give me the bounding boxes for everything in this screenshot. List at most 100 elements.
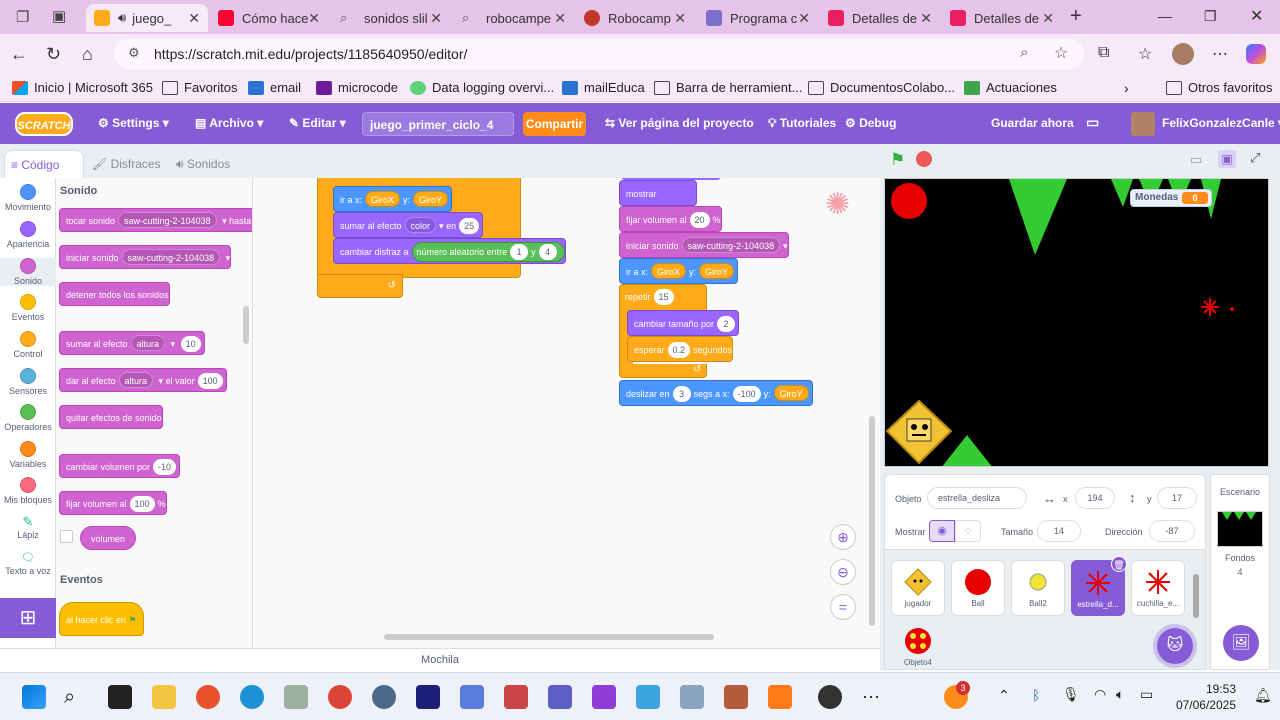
sound-dropdown[interactable]: saw-cutting-2-104038 — [118, 212, 217, 228]
tab-code[interactable]: ≡ Código — [4, 150, 84, 178]
number-input[interactable]: 100 — [197, 373, 223, 389]
tab-sonidos[interactable]: ⌕ sonidos slil ✕ — [332, 4, 450, 32]
search-icon[interactable]: ⌕ — [64, 685, 88, 709]
user-avatar[interactable] — [1131, 112, 1155, 136]
variable-reporter[interactable]: GiroX — [365, 191, 401, 207]
block-show[interactable]: mostrar — [619, 180, 697, 206]
variable-monitor[interactable]: Monedas 0 — [1130, 189, 1212, 207]
tab-juego[interactable]: 🔊︎ juego_ ✕ — [86, 4, 208, 32]
category-variables[interactable]: Variables — [0, 441, 56, 469]
profile-avatar[interactable] — [1172, 43, 1194, 65]
direction-input[interactable]: -87 — [1149, 520, 1195, 542]
small-stage-icon[interactable]: ▭ — [1190, 152, 1202, 168]
bookmark-actuaciones[interactable]: Actuaciones — [964, 80, 1057, 95]
bookmark-data-logging[interactable]: Data logging overvi... — [410, 80, 554, 95]
notifications-bell-icon[interactable]: 🔔︎ — [1254, 687, 1272, 704]
block-start-sound[interactable]: iniciar sonido saw-cutting-2-104038 ▾ — [619, 232, 789, 258]
favorites-icon[interactable]: ☆ — [1138, 44, 1152, 64]
more-bookmarks-icon[interactable]: › — [1124, 80, 1129, 96]
effect-dropdown[interactable]: altura — [118, 372, 154, 388]
sprite-ball2[interactable]: Ball2 — [1011, 560, 1065, 616]
random-operator-reporter[interactable]: número aleatorio entre 1 y 4 — [411, 242, 565, 262]
app8-icon[interactable] — [818, 685, 842, 709]
back-icon[interactable]: ← — [10, 44, 28, 65]
number-input[interactable]: 3 — [672, 386, 691, 402]
reporter-volume[interactable]: volumen — [80, 526, 137, 550]
chrome-icon[interactable] — [328, 685, 352, 709]
close-tab-icon[interactable]: ✕ — [308, 10, 320, 27]
number-input[interactable]: 25 — [459, 218, 480, 234]
number-input[interactable]: 15 — [653, 289, 674, 305]
size-input[interactable]: 14 — [1037, 520, 1081, 542]
tab-actions-icon[interactable]: ▣ — [52, 7, 66, 25]
block-play-sound-until-done[interactable]: tocar sonido saw-cutting-2-104038 ▾ hasta… — [59, 208, 252, 232]
new-tab-icon[interactable]: + — [1070, 5, 1082, 28]
more-menu-icon[interactable]: ⋯ — [1212, 44, 1228, 64]
number-input[interactable]: 4 — [538, 244, 557, 260]
app7-icon[interactable] — [724, 685, 748, 709]
category-myblocks[interactable]: Mis bloques — [0, 477, 56, 505]
effect-dropdown[interactable]: color — [404, 217, 437, 233]
bookmark-email[interactable]: email — [248, 80, 301, 95]
bookmark-documentos[interactable]: DocumentosColabo... — [808, 80, 955, 95]
see-project-page-button[interactable]: ⇆ Ver página del proyecto — [605, 116, 754, 130]
reload-icon[interactable]: ↻ — [46, 44, 61, 65]
x-input[interactable]: 194 — [1075, 487, 1115, 509]
scratch-app-icon[interactable] — [768, 685, 792, 709]
tab-robocampe[interactable]: ⌕ robocampe ✕ — [454, 4, 574, 32]
close-tab-icon[interactable]: ✕ — [920, 10, 932, 27]
tutorials-button[interactable]: 💡︎ Tutoriales — [768, 116, 836, 131]
tab-programa[interactable]: Programa c ✕ — [698, 4, 818, 32]
block-change-volume[interactable]: cambiar volumen por -10 — [59, 454, 181, 478]
delete-sprite-icon[interactable]: 🗑︎ — [1111, 556, 1127, 572]
bookmark-microcode[interactable]: microcode — [316, 80, 398, 95]
my-stuff-folder-icon[interactable]: ▭ — [1086, 114, 1099, 131]
site-info-icon[interactable]: ⚙ — [128, 45, 140, 61]
tab-como-hace[interactable]: Cómo hace ✕ — [210, 4, 328, 32]
workspaces-icon[interactable]: ❐ — [16, 8, 29, 26]
variable-reporter[interactable]: GiroY — [413, 191, 449, 207]
edge-icon[interactable] — [240, 685, 264, 709]
show-hidden-icons-icon[interactable]: ⌃ — [998, 687, 1010, 704]
block-when-flag-clicked[interactable]: al hacer clic en ⚑ — [59, 602, 144, 636]
address-bar[interactable]: ⚙ https://scratch.mit.edu/projects/11856… — [114, 39, 1084, 69]
category-control[interactable]: Control — [0, 331, 56, 359]
task-view-icon[interactable] — [108, 685, 132, 709]
sprite-objeto4[interactable]: Objeto4 — [891, 620, 945, 670]
category-sound[interactable]: Sonido — [0, 258, 56, 286]
minimize-icon[interactable]: — — [1158, 8, 1172, 24]
editar-menu[interactable]: ✎ Editar ▾ — [289, 116, 346, 130]
sprite-list-scrollbar[interactable] — [1193, 574, 1199, 618]
fullscreen-icon[interactable]: ⤢ — [1250, 150, 1260, 166]
app5-icon[interactable] — [636, 685, 660, 709]
share-button[interactable]: Compartir — [523, 112, 586, 136]
number-input[interactable]: 20 — [689, 212, 710, 228]
close-window-icon[interactable]: ✕ — [1250, 6, 1263, 26]
bookmark-favoritos[interactable]: Favoritos — [162, 80, 237, 95]
project-title-input[interactable]: juego_primer_ciclo_4 copy — [362, 112, 514, 156]
tab-costumes[interactable]: 🖌︎ Disfraces — [86, 150, 166, 178]
stop-icon[interactable] — [916, 151, 932, 167]
backpack[interactable]: Mochila — [0, 648, 880, 670]
variable-reporter[interactable]: GiroY — [773, 385, 809, 401]
teams-icon[interactable] — [548, 685, 572, 709]
category-sensing[interactable]: Sensores — [0, 368, 56, 396]
block-set-volume[interactable]: fijar volumen al 20% — [619, 206, 722, 232]
firefox-icon[interactable] — [196, 685, 220, 709]
favorite-star-icon[interactable]: ☆ — [1054, 43, 1068, 63]
sound-dropdown[interactable]: saw-cutting-2-104038 — [121, 249, 221, 265]
add-backdrop-button[interactable]: 🖼︎ — [1223, 625, 1259, 661]
volume-monitor-checkbox[interactable] — [60, 530, 73, 543]
add-sprite-button[interactable]: 🐱︎ — [1157, 628, 1193, 664]
sprite-jugador[interactable]: jugador — [891, 560, 945, 616]
wifi-icon[interactable]: ◠ — [1094, 686, 1106, 703]
close-tab-icon[interactable]: ✕ — [188, 10, 200, 27]
sprite-ball[interactable]: Ball — [951, 560, 1005, 616]
tab-sounds[interactable]: 🔊︎ Sonidos — [170, 150, 250, 178]
number-input[interactable]: 2 — [717, 316, 736, 332]
show-visible-button[interactable]: ◉ — [929, 520, 955, 542]
close-tab-icon[interactable]: ✕ — [554, 10, 566, 27]
settings-menu[interactable]: ⚙ Settings ▾ — [98, 116, 169, 130]
stage-selector[interactable]: Escenario Fondos 4 🖼︎ — [1210, 474, 1270, 670]
audition-icon[interactable] — [416, 685, 440, 709]
